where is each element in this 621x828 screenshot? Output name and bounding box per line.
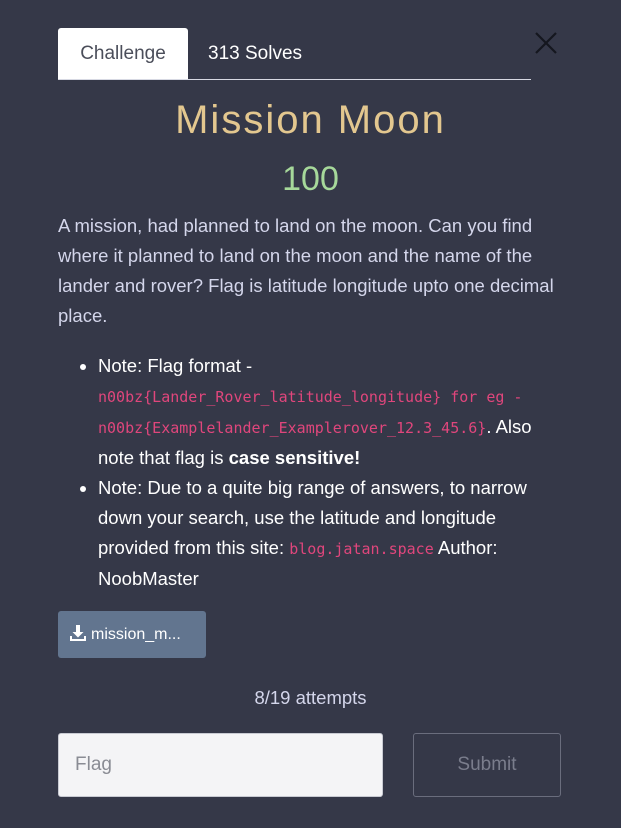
download-icon <box>70 625 86 641</box>
challenge-description: A mission, had planned to land on the mo… <box>58 215 554 326</box>
challenge-title: Mission Moon <box>175 98 446 142</box>
note-range: Note: Due to a quite big range of answer… <box>98 473 568 594</box>
file-download-label: mission_m... <box>91 626 181 643</box>
submit-button[interactable]: Submit <box>413 733 561 797</box>
flag-format-code: n00bz{Lander_Rover_latitude_longitude} f… <box>98 388 523 437</box>
tab-solves[interactable]: 313 Solves <box>208 28 302 79</box>
attempts-counter: 8/19 attempts <box>254 687 367 708</box>
challenge-points: 100 <box>282 160 339 198</box>
notes-list: Note: Flag format - n00bz{Lander_Rover_la… <box>58 351 568 594</box>
file-download-button[interactable]: mission_m... <box>58 611 206 658</box>
flag-input[interactable] <box>58 733 383 797</box>
tab-challenge[interactable]: Challenge <box>58 28 188 79</box>
note-flag-format: Note: Flag format - n00bz{Lander_Rover_la… <box>98 351 568 473</box>
close-button[interactable] <box>533 30 559 56</box>
challenge-modal: Challenge 313 Solves Mission Moon 100 A … <box>0 0 621 828</box>
site-code: blog.jatan.space <box>289 540 434 558</box>
modal-tabs: Challenge 313 Solves <box>58 28 531 80</box>
case-sensitive-emphasis: case sensitive! <box>228 447 361 468</box>
note-flag-format-prefix: Note: Flag format - <box>98 355 253 376</box>
close-icon <box>535 32 557 54</box>
